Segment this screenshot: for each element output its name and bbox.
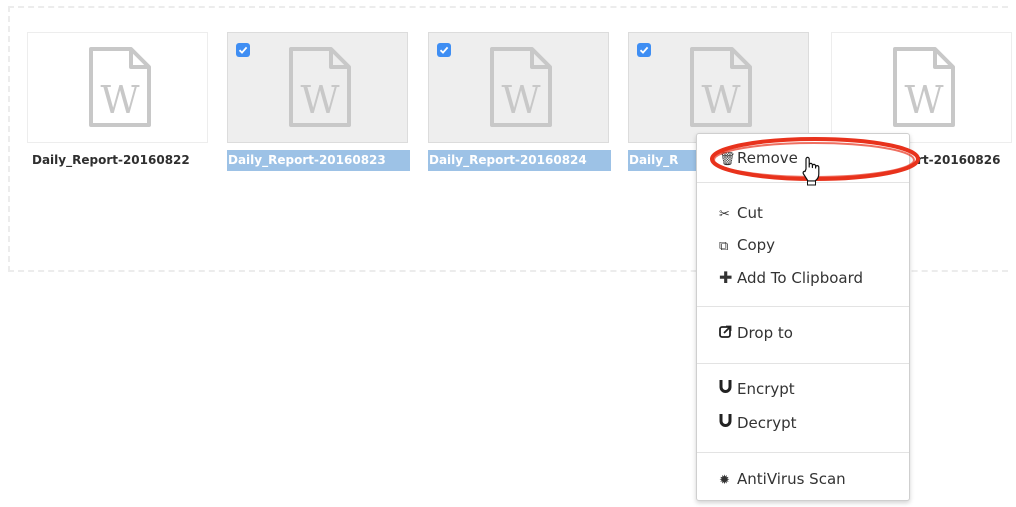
checkbox-checked[interactable] <box>637 43 651 57</box>
file-tile[interactable]: W <box>428 32 609 143</box>
file-tile[interactable]: W <box>628 32 809 143</box>
svg-text:W: W <box>701 78 740 122</box>
file-tile[interactable]: W <box>227 32 408 143</box>
svg-text:W: W <box>501 78 540 122</box>
checkbox-checked[interactable] <box>236 43 250 57</box>
magnet-icon <box>719 412 737 438</box>
file-name[interactable]: rt-20160826 <box>916 150 1014 171</box>
svg-text:W: W <box>904 78 943 122</box>
menu-item-remove[interactable]: 🗑Remove <box>719 145 798 171</box>
hand-cursor-icon <box>802 156 820 186</box>
svg-text:W: W <box>100 78 139 122</box>
word-doc-icon: W <box>690 47 752 127</box>
word-doc-icon: W <box>490 47 552 127</box>
file-name[interactable]: Daily_Report-20160823 <box>227 150 410 171</box>
menu-divider <box>697 306 909 307</box>
file-name[interactable]: Daily_R <box>628 150 698 171</box>
file-tile[interactable]: W <box>27 32 208 143</box>
bug-icon: ✹ <box>719 473 730 488</box>
copy-icon: ⧉ <box>719 239 729 254</box>
menu-item-drop-to[interactable]: Drop to <box>719 320 793 346</box>
trash-icon: 🗑 <box>719 152 736 167</box>
magnet-icon <box>719 378 737 404</box>
word-doc-icon: W <box>89 47 151 127</box>
svg-text:W: W <box>300 78 339 122</box>
menu-item-cut[interactable]: ✂ Cut <box>719 200 763 226</box>
checkbox-checked[interactable] <box>437 43 451 57</box>
context-menu: 🗑Remove ✂ Cut ⧉ Copy ✚ Add To Clipboard Dro… <box>696 133 910 501</box>
menu-divider <box>697 363 909 364</box>
menu-item-copy[interactable]: ⧉ Copy <box>719 232 775 258</box>
plus-icon: ✚ <box>719 268 733 287</box>
file-name[interactable]: Daily_Report-20160824 <box>428 150 611 171</box>
file-tile[interactable]: W <box>831 32 1012 143</box>
file-name[interactable]: Daily_Report-20160822 <box>31 150 209 171</box>
menu-item-antivirus-scan[interactable]: ✹ AntiVirus Scan <box>719 466 846 492</box>
word-doc-icon: W <box>289 47 351 127</box>
menu-item-add-to-clipboard[interactable]: ✚ Add To Clipboard <box>719 265 863 291</box>
menu-divider <box>697 452 909 453</box>
share-icon <box>719 322 737 348</box>
menu-item-decrypt[interactable]: Decrypt <box>719 410 796 436</box>
menu-item-encrypt[interactable]: Encrypt <box>719 376 795 402</box>
word-doc-icon: W <box>893 47 955 127</box>
scissors-icon: ✂ <box>719 207 730 222</box>
